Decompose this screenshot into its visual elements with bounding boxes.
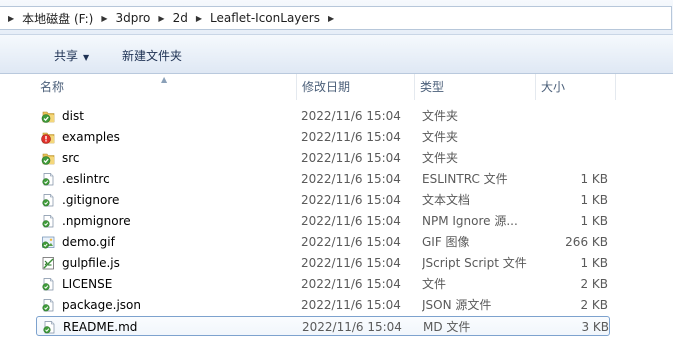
file-modified-date: 2022/11/6 15:04 xyxy=(301,172,401,186)
breadcrumb-item-2d[interactable]: ▶ 2d xyxy=(150,11,187,25)
file-name: .eslintrc xyxy=(62,172,110,186)
file-size: 1 KB xyxy=(580,172,608,186)
file-icon xyxy=(42,320,56,334)
new-folder-label: 新建文件夹 xyxy=(122,49,183,63)
file-type: 文件 xyxy=(422,277,447,291)
column-header-size-label: 大小 xyxy=(541,80,566,94)
file-type: 文件夹 xyxy=(422,109,459,123)
file-row[interactable]: .eslintrc 2022/11/6 15:04 ESLINTRC 文件 1 KB xyxy=(36,169,610,189)
file-size xyxy=(536,127,608,147)
script-icon xyxy=(41,256,55,270)
breadcrumb-item-drive[interactable]: ▶ 本地磁盘 (F:) xyxy=(6,10,93,27)
file-type: JSON 源文件 xyxy=(422,298,492,312)
file-type: GIF 图像 xyxy=(422,235,470,249)
file-size xyxy=(536,106,608,126)
file-name: gulpfile.js xyxy=(62,256,120,270)
file-row[interactable]: examples 2022/11/6 15:04 文件夹 xyxy=(36,127,610,147)
file-modified-date: 2022/11/6 15:04 xyxy=(301,193,401,207)
file-size: 1 KB xyxy=(580,214,608,228)
chevron-right-icon[interactable]: ▶ xyxy=(158,14,164,23)
file-name: LICENSE xyxy=(62,277,113,291)
chevron-right-icon[interactable]: ▶ xyxy=(101,14,107,23)
breadcrumb-label[interactable]: 3dpro xyxy=(116,11,151,25)
file-type: 文件夹 xyxy=(422,130,459,144)
file-modified-date: 2022/11/6 15:04 xyxy=(301,109,401,123)
file-name: .gitignore xyxy=(62,193,120,207)
folder-warning-icon xyxy=(41,130,55,144)
file-row[interactable]: .npmignore 2022/11/6 15:04 NPM Ignore 源...… xyxy=(36,211,610,231)
file-type: JScript Script 文件 xyxy=(422,256,527,270)
file-row[interactable]: dist 2022/11/6 15:04 文件夹 xyxy=(36,106,610,126)
file-row[interactable]: .gitignore 2022/11/6 15:04 文本文档 1 KB xyxy=(36,190,610,210)
breadcrumb-label[interactable]: 本地磁盘 (F:) xyxy=(22,10,93,27)
file-name: demo.gif xyxy=(62,235,115,249)
column-header-name-label: 名称 xyxy=(40,80,65,94)
file-modified-date: 2022/11/6 15:04 xyxy=(301,256,401,270)
column-header-type-label: 类型 xyxy=(420,80,445,94)
breadcrumb-item-leaflet-iconlayers[interactable]: ▶ Leaflet-IconLayers ▶ xyxy=(188,11,342,25)
file-row[interactable]: package.json 2022/11/6 15:04 JSON 源文件 2 KB xyxy=(36,295,610,315)
file-size xyxy=(536,148,608,168)
breadcrumb[interactable]: ▶ 本地磁盘 (F:) ▶ 3dpro ▶ 2d ▶ Leaflet-IconL… xyxy=(0,6,672,30)
file-modified-date: 2022/11/6 15:04 xyxy=(301,235,401,249)
file-size: 1 KB xyxy=(580,256,608,270)
new-folder-button[interactable]: 新建文件夹 xyxy=(122,47,182,64)
share-label: 共享 xyxy=(54,49,79,63)
file-icon xyxy=(41,214,55,228)
file-size: 266 KB xyxy=(565,235,608,249)
file-modified-date: 2022/11/6 15:04 xyxy=(301,214,401,228)
file-size: 2 KB xyxy=(580,298,608,312)
breadcrumb-label[interactable]: 2d xyxy=(173,11,188,25)
column-header-type[interactable]: 类型 xyxy=(415,74,536,100)
file-name: examples xyxy=(62,130,120,144)
file-modified-date: 2022/11/6 15:04 xyxy=(301,130,401,144)
file-size: 3 KB xyxy=(581,320,609,334)
file-type: 文件夹 xyxy=(422,151,459,165)
column-header-row: 名称 修改日期 类型 大小 xyxy=(0,74,673,100)
file-row[interactable]: README.md 2022/11/6 15:04 MD 文件 3 KB xyxy=(36,316,610,336)
chevron-right-icon[interactable]: ▶ xyxy=(8,14,14,23)
file-size: 2 KB xyxy=(580,277,608,291)
image-icon xyxy=(41,235,55,249)
file-size: 1 KB xyxy=(580,193,608,207)
share-button[interactable]: 共享 ▼ xyxy=(54,47,89,64)
column-header-size[interactable]: 大小 xyxy=(536,74,616,100)
file-type: NPM Ignore 源... xyxy=(422,214,518,228)
chevron-down-icon: ▼ xyxy=(83,53,90,62)
file-type: MD 文件 xyxy=(423,320,471,334)
file-type: ESLINTRC 文件 xyxy=(422,172,508,186)
file-row[interactable]: demo.gif 2022/11/6 15:04 GIF 图像 266 KB xyxy=(36,232,610,252)
breadcrumb-item-3dpro[interactable]: ▶ 3dpro xyxy=(93,11,150,25)
file-modified-date: 2022/11/6 15:04 xyxy=(301,277,401,291)
folder-icon xyxy=(41,109,55,123)
file-type: 文本文档 xyxy=(422,193,471,207)
file-name: dist xyxy=(62,109,84,123)
column-header-date-label: 修改日期 xyxy=(302,80,351,94)
file-modified-date: 2022/11/6 15:04 xyxy=(302,320,402,334)
address-bar: ▶ 本地磁盘 (F:) ▶ 3dpro ▶ 2d ▶ Leaflet-IconL… xyxy=(0,0,673,35)
folder-icon xyxy=(41,151,55,165)
file-name: README.md xyxy=(63,320,138,334)
chevron-right-icon[interactable]: ▶ xyxy=(196,14,202,23)
file-icon xyxy=(41,277,55,291)
file-icon xyxy=(41,172,55,186)
breadcrumb-label[interactable]: Leaflet-IconLayers xyxy=(210,11,320,25)
file-modified-date: 2022/11/6 15:04 xyxy=(301,298,401,312)
command-toolbar: 共享 ▼ 新建文件夹 xyxy=(0,35,673,74)
file-modified-date: 2022/11/6 15:04 xyxy=(301,151,401,165)
column-header-date[interactable]: 修改日期 xyxy=(297,74,415,100)
file-icon xyxy=(41,193,55,207)
file-row[interactable]: src 2022/11/6 15:04 文件夹 xyxy=(36,148,610,168)
file-icon xyxy=(41,298,55,312)
file-name: package.json xyxy=(62,298,142,312)
file-name: .npmignore xyxy=(62,214,131,228)
file-name: src xyxy=(62,151,80,165)
file-row[interactable]: LICENSE 2022/11/6 15:04 文件 2 KB xyxy=(36,274,610,294)
column-header-name[interactable]: 名称 xyxy=(35,74,297,100)
file-row[interactable]: gulpfile.js 2022/11/6 15:04 JScript Script… xyxy=(36,253,610,273)
chevron-right-icon[interactable]: ▶ xyxy=(328,14,334,23)
